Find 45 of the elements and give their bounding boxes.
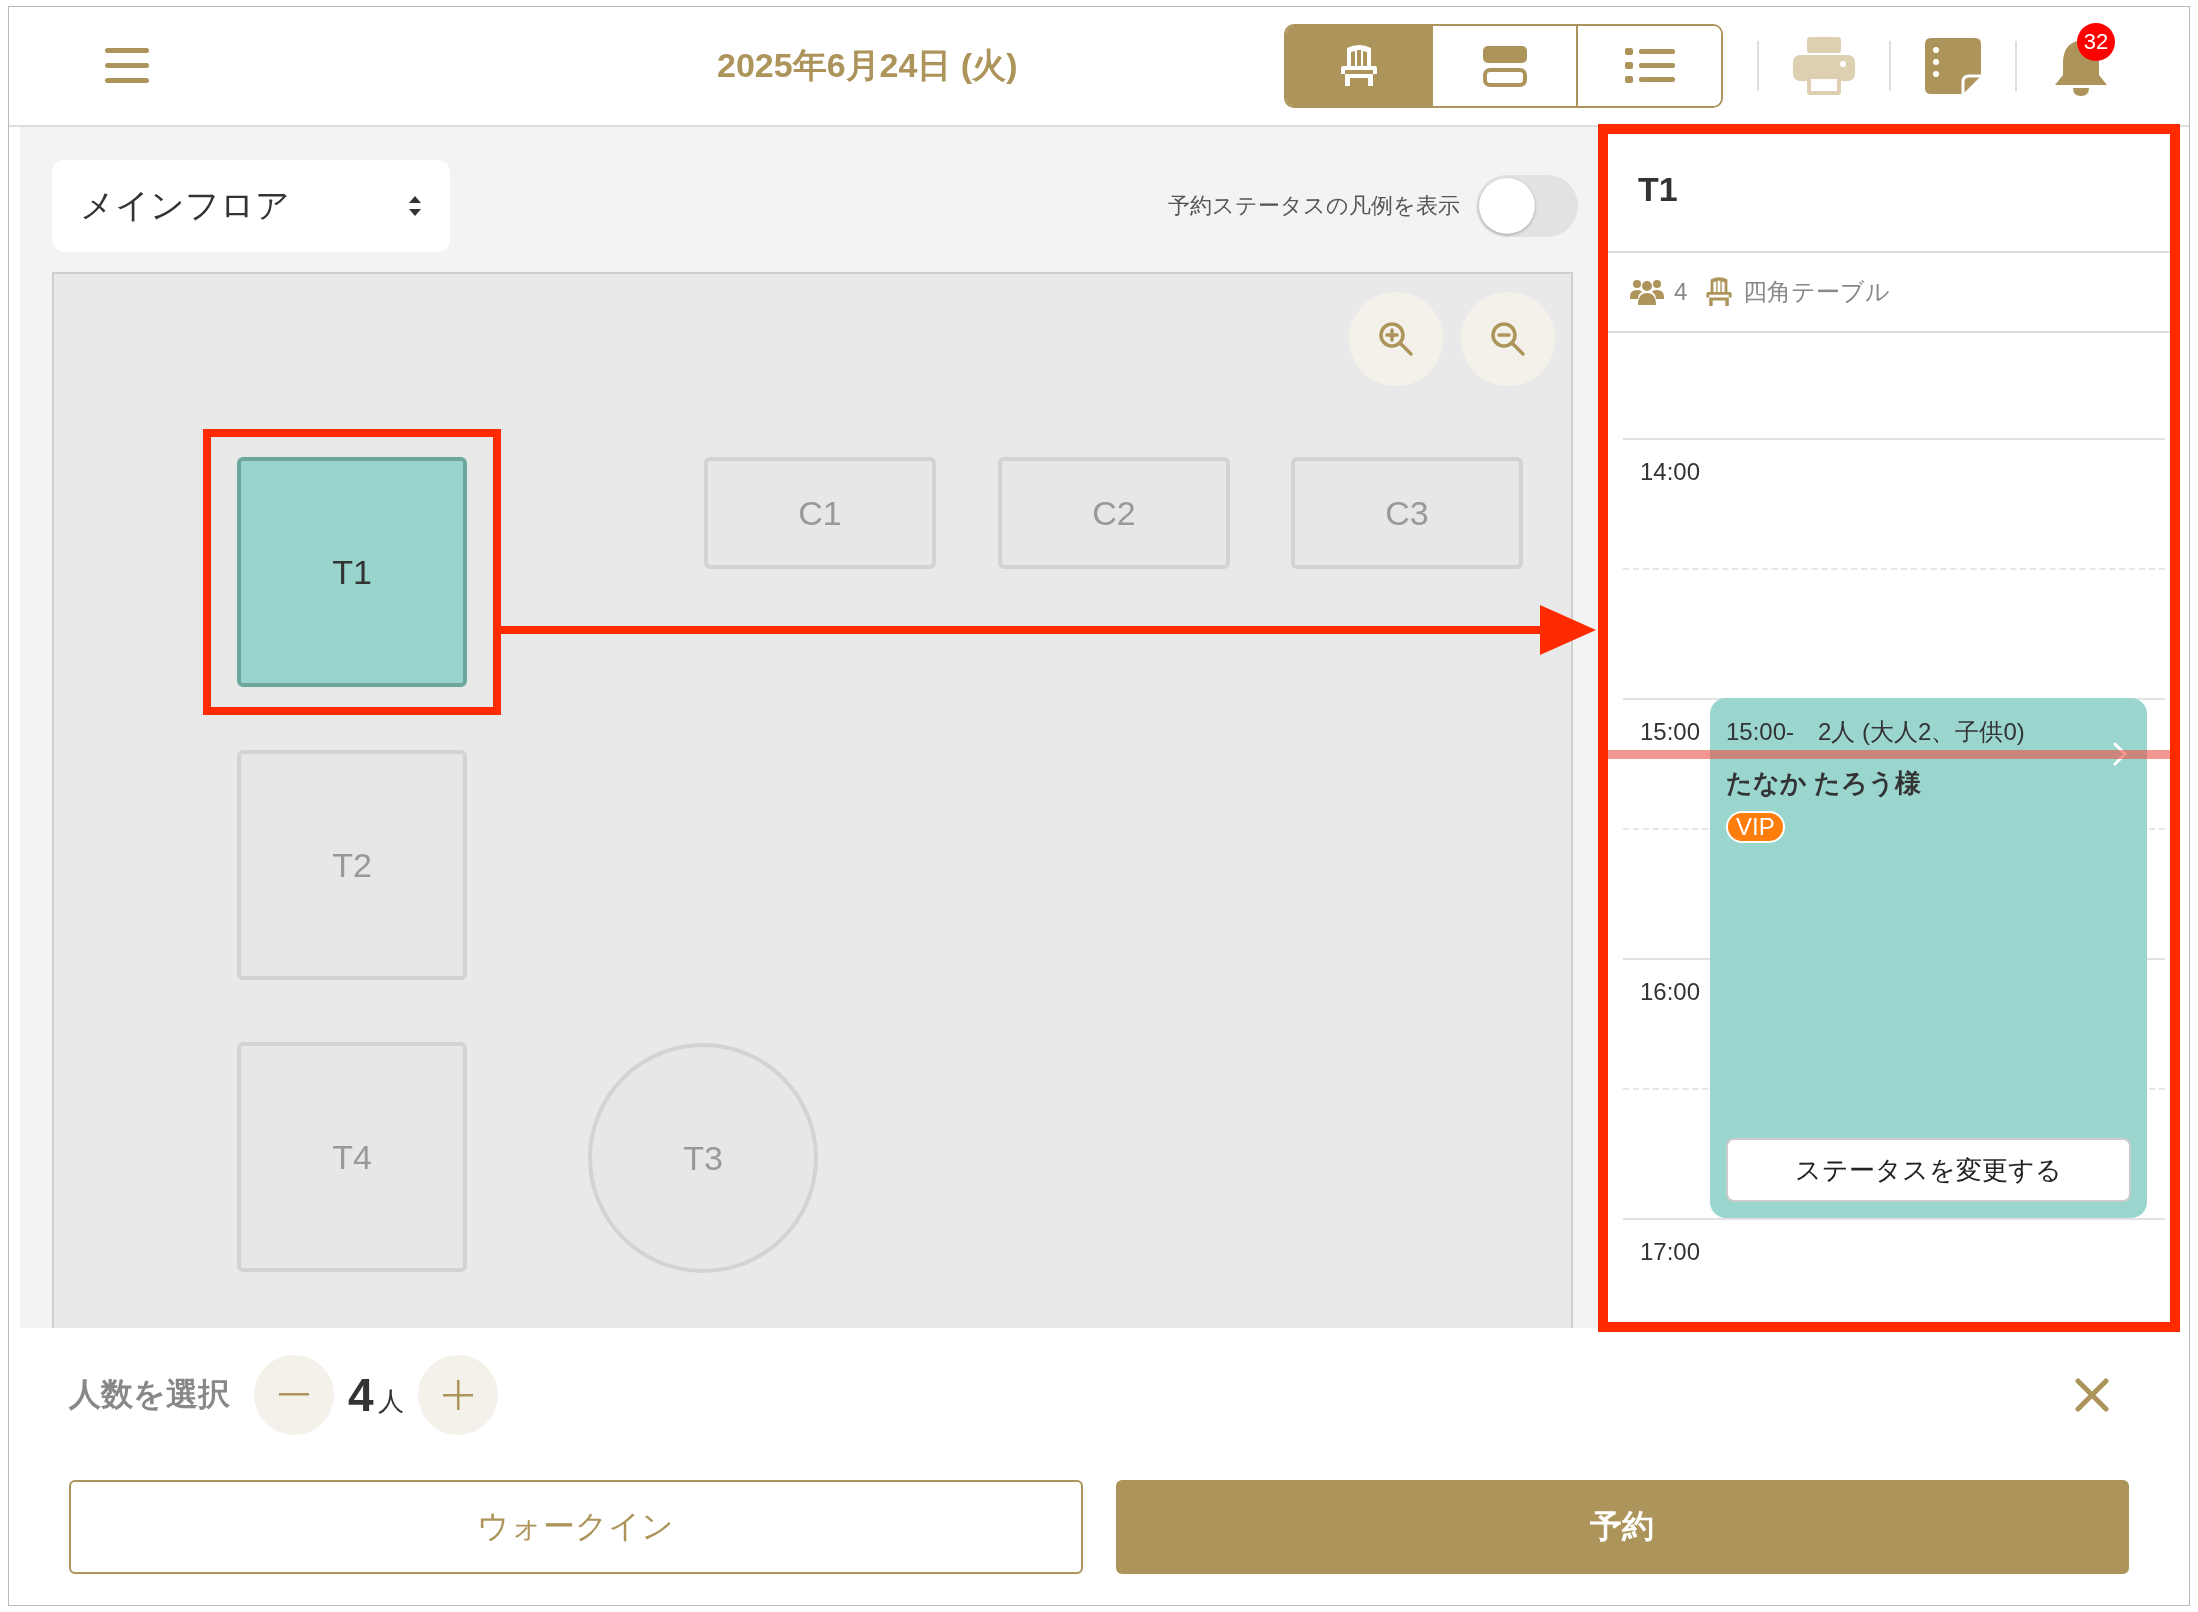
table[interactable]: T1 (237, 457, 467, 687)
printer-icon[interactable] (1793, 37, 1855, 95)
table[interactable]: C1 (704, 457, 936, 569)
chair-icon (1705, 276, 1734, 308)
party-size-label: 人数を選択 (69, 1375, 230, 1414)
legend-toggle-label: 予約ステータスの凡例を表示 (1168, 192, 1460, 220)
reservation-summary: 15:00- 2人 (大人2、子供0) (1726, 717, 2026, 747)
zoom-out-icon (1490, 321, 1526, 357)
guest-name: たなか たろう様 (1726, 767, 1923, 800)
vip-tag: VIP (1726, 811, 1785, 843)
reservation-card[interactable]: 15:00- 2人 (大人2、子供0) たなか たろう様 VIP ステータスを変更する (1710, 698, 2147, 1218)
table[interactable]: C2 (998, 457, 1230, 569)
table[interactable]: T2 (237, 750, 467, 980)
table[interactable]: C3 (1291, 457, 1523, 569)
close-button[interactable] (2075, 1378, 2109, 1412)
minus-icon (279, 1393, 309, 1397)
view-tab[interactable] (1576, 26, 1721, 106)
table-type: 四角テーブル (1743, 277, 1891, 307)
reserve-button[interactable]: 予約 (1115, 1480, 2129, 1574)
floor-select[interactable]: メインフロア (52, 160, 450, 252)
view-tab[interactable] (1286, 26, 1431, 106)
people-icon (1630, 279, 1664, 305)
notification-badge: 32 (2077, 23, 2115, 61)
menu-icon[interactable] (105, 48, 149, 84)
date-title: 2025年6月24日 (火) (717, 45, 1018, 86)
close-icon (2075, 1378, 2109, 1412)
capacity: 4 (1674, 278, 1688, 306)
plus-icon (442, 1380, 473, 1410)
time-label: 16:00 (1640, 978, 1701, 1006)
list-icon (1624, 46, 1675, 86)
party-size-unit: 人 (377, 1384, 404, 1418)
time-label: 15:00 (1640, 718, 1701, 746)
walk-in-button[interactable]: ウォークイン (69, 1480, 1083, 1574)
zoom-in-icon (1378, 321, 1414, 357)
round-table[interactable]: T3 (588, 1043, 818, 1273)
chevron-right-icon[interactable] (2113, 742, 2127, 766)
party-size-value: 4 (348, 1368, 374, 1422)
time-label: 17:00 (1640, 1238, 1701, 1266)
table[interactable]: T4 (237, 1042, 467, 1272)
panel-title: T1 (1598, 127, 2180, 253)
rows-icon (1480, 44, 1529, 88)
chair-icon (1338, 44, 1379, 88)
time-label: 14:00 (1640, 458, 1701, 486)
change-status-button[interactable]: ステータスを変更する (1726, 1138, 2131, 1202)
notes-icon[interactable] (1925, 38, 1981, 94)
